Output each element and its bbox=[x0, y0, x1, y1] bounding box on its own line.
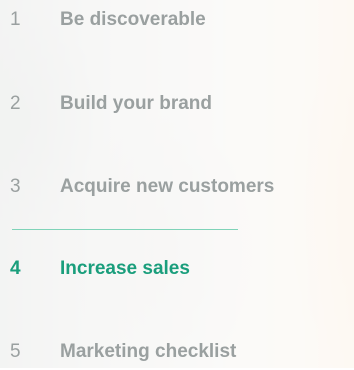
nav-item-label: Acquire new customers bbox=[60, 176, 275, 197]
nav-item-number: 2 bbox=[10, 93, 21, 114]
nav-item-label: Marketing checklist bbox=[60, 341, 237, 362]
nav-item-number: 1 bbox=[10, 9, 21, 30]
active-item-divider bbox=[12, 229, 238, 230]
nav-item-label: Increase sales bbox=[60, 258, 190, 279]
nav-item-acquire-new-customers[interactable]: 3 Acquire new customers bbox=[0, 169, 354, 205]
nav-item-build-your-brand[interactable]: 2 Build your brand bbox=[0, 86, 354, 122]
nav-item-number: 5 bbox=[10, 341, 21, 362]
nav-item-number: 3 bbox=[10, 176, 21, 197]
nav-item-label: Be discoverable bbox=[60, 9, 206, 30]
nav-item-increase-sales[interactable]: 4 Increase sales bbox=[0, 251, 354, 287]
nav-item-be-discoverable[interactable]: 1 Be discoverable bbox=[0, 2, 354, 38]
nav-item-number: 4 bbox=[10, 258, 21, 279]
section-nav: 1 Be discoverable 2 Build your brand 3 A… bbox=[0, 0, 354, 368]
nav-item-label: Build your brand bbox=[60, 93, 212, 114]
nav-item-marketing-checklist[interactable]: 5 Marketing checklist bbox=[0, 334, 354, 370]
